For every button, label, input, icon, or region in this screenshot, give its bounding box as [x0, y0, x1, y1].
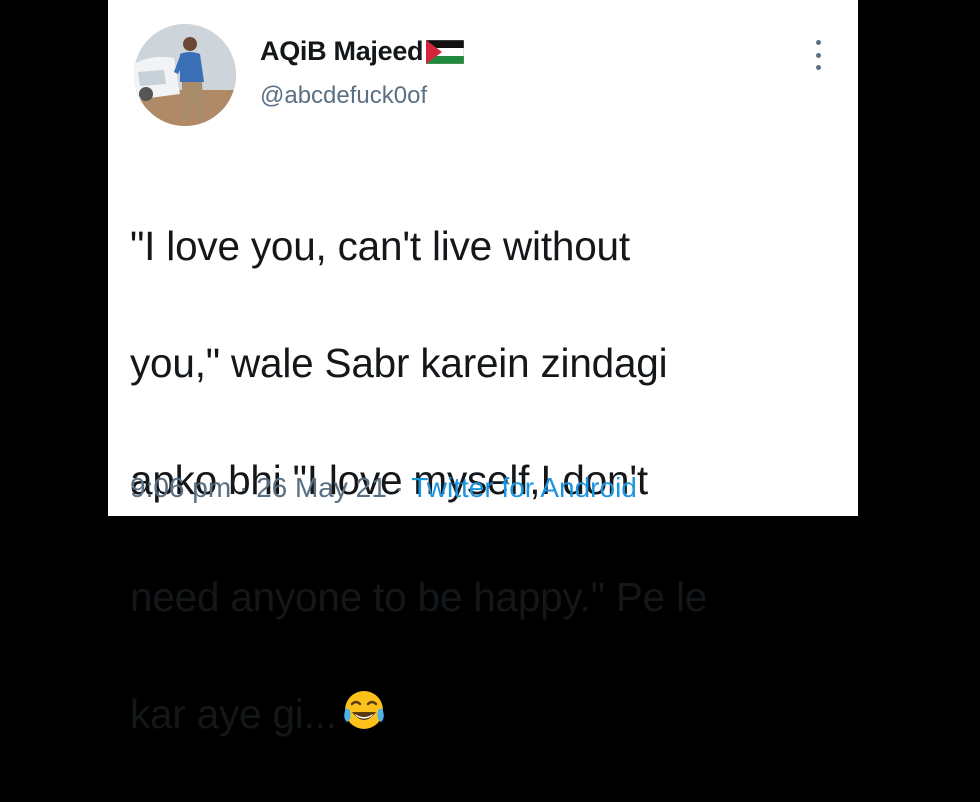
author-handle[interactable]: @abcdefuck0of — [260, 82, 427, 110]
meta-separator: · — [238, 472, 249, 503]
face-with-tears-of-joy-icon — [343, 690, 384, 729]
tweet-meta: 9:06 pm · 26 May 21 · Twitter for Androi… — [130, 472, 637, 504]
tweet-text-last-line: kar aye gi... — [130, 685, 840, 744]
author-row: AQiB Majeed — [260, 36, 465, 67]
tweet-time[interactable]: 9:06 pm — [130, 472, 231, 503]
tweet-text-line: "I love you, can't live without — [130, 222, 630, 269]
tweet-text-line: need anyone to be happy." Pe le — [130, 573, 708, 620]
tweet-source[interactable]: Twitter for Android — [411, 472, 637, 503]
tweet-text-line: you," wale Sabr karein zindagi — [130, 339, 668, 386]
meta-separator: · — [394, 472, 404, 503]
more-vertical-icon[interactable] — [810, 40, 826, 70]
avatar[interactable] — [134, 24, 236, 126]
tweet-text-line: kar aye gi... — [130, 690, 337, 737]
tweet-date[interactable]: 26 May 21 — [256, 472, 387, 503]
palestine-flag-icon — [426, 39, 465, 64]
tweet-card: AQiB Majeed @abcdefuck0of "I love you, c… — [108, 0, 858, 737]
avatar-photo — [134, 24, 236, 126]
author-name[interactable]: AQiB Majeed — [260, 36, 424, 67]
